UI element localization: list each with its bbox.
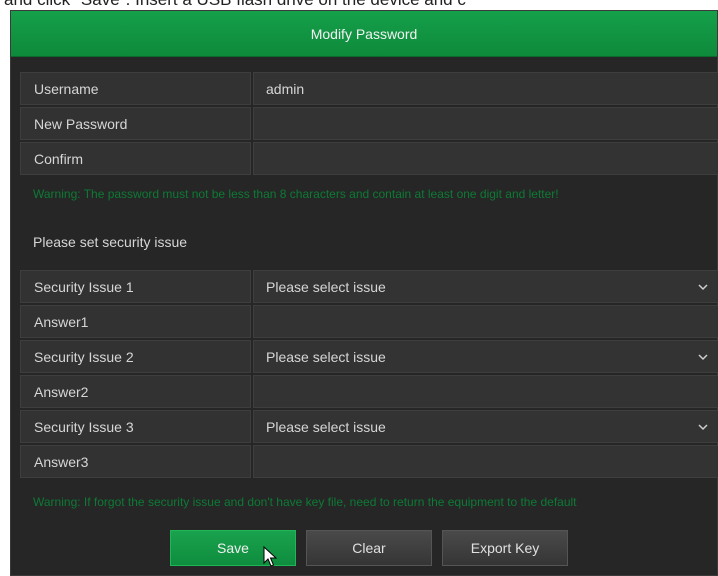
- security-issue-1-value: Please select issue: [266, 278, 386, 295]
- instruction-text: and click "Save". Insert a USB flash dri…: [0, 0, 718, 8]
- security-issue-2-value: Please select issue: [266, 348, 386, 365]
- answer-1-input[interactable]: [266, 306, 718, 337]
- password-warning: Warning: The password must not be less t…: [33, 187, 559, 201]
- export-key-button[interactable]: Export Key: [442, 530, 568, 566]
- security-issue-2-select[interactable]: Please select issue: [253, 340, 718, 373]
- username-value: admin: [266, 80, 305, 97]
- confirm-row: Confirm: [20, 142, 718, 175]
- mouse-cursor-icon: [263, 546, 278, 567]
- security-issue-1-label: Security Issue 1: [20, 270, 251, 303]
- answer-3-label: Answer3: [20, 445, 251, 478]
- security-issue-2-label: Security Issue 2: [20, 340, 251, 373]
- modify-password-dialog: Modify Password Username admin New Passw…: [10, 10, 718, 576]
- security-form: Security Issue 1 Please select issue Ans…: [20, 270, 718, 480]
- new-password-input[interactable]: [266, 108, 718, 139]
- answer-2-field[interactable]: [253, 375, 718, 408]
- username-label: Username: [20, 72, 251, 105]
- new-password-label: New Password: [20, 107, 251, 140]
- answer-1-row: Answer1: [20, 305, 718, 338]
- security-section-title: Please set security issue: [33, 234, 188, 250]
- answer-1-field[interactable]: [253, 305, 718, 338]
- security-issue-1-row: Security Issue 1 Please select issue: [20, 270, 718, 303]
- answer-2-input[interactable]: [266, 376, 718, 407]
- username-field[interactable]: admin: [253, 72, 718, 105]
- security-issue-2-row: Security Issue 2 Please select issue: [20, 340, 718, 373]
- security-issue-3-select[interactable]: Please select issue: [253, 410, 718, 443]
- new-password-row: New Password: [20, 107, 718, 140]
- username-row: Username admin: [20, 72, 718, 105]
- clear-button[interactable]: Clear: [306, 530, 432, 566]
- confirm-label: Confirm: [20, 142, 251, 175]
- new-password-field[interactable]: [253, 107, 718, 140]
- answer-1-label: Answer1: [20, 305, 251, 338]
- confirm-input[interactable]: [266, 143, 718, 174]
- password-form: Username admin New Password Confirm: [20, 72, 718, 177]
- answer-3-row: Answer3: [20, 445, 718, 478]
- confirm-field[interactable]: [253, 142, 718, 175]
- security-issue-3-label: Security Issue 3: [20, 410, 251, 443]
- answer-3-input[interactable]: [266, 446, 718, 477]
- answer-2-label: Answer2: [20, 375, 251, 408]
- chevron-down-icon: [698, 354, 708, 361]
- dialog-title: Modify Password: [11, 11, 717, 57]
- answer-3-field[interactable]: [253, 445, 718, 478]
- security-issue-3-value: Please select issue: [266, 418, 386, 435]
- chevron-down-icon: [698, 284, 708, 291]
- security-issue-1-select[interactable]: Please select issue: [253, 270, 718, 303]
- security-warning: Warning: If forgot the security issue an…: [33, 495, 577, 509]
- chevron-down-icon: [698, 424, 708, 431]
- answer-2-row: Answer2: [20, 375, 718, 408]
- security-issue-3-row: Security Issue 3 Please select issue: [20, 410, 718, 443]
